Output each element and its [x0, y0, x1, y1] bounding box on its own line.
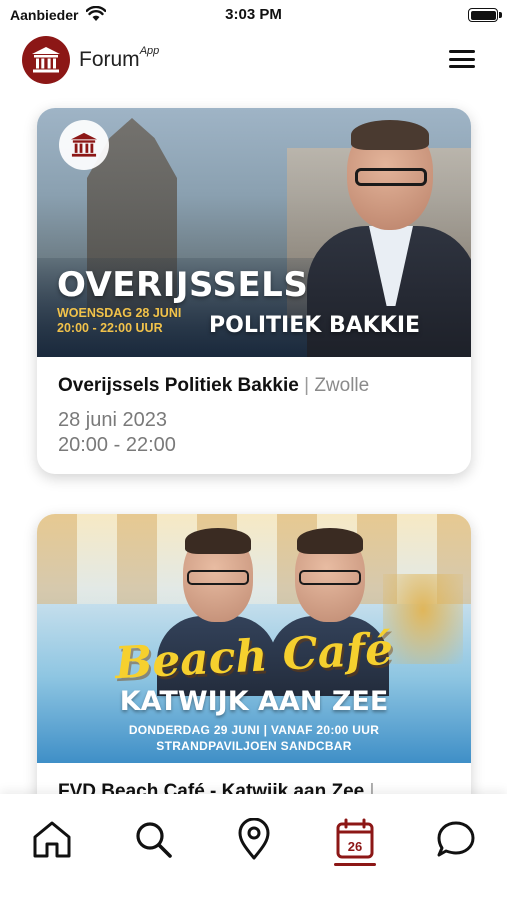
event-time: 20:00 - 22:00 [58, 434, 176, 456]
battery-cap [499, 12, 502, 18]
event-details: Overijssels Politiek Bakkie | Zwolle 28 … [37, 357, 471, 458]
nav-calendar[interactable]: 26 [330, 814, 380, 866]
title-separator: | [364, 781, 375, 794]
event-date: 28 juni 2023 [58, 409, 167, 431]
banner-info: DONDERDAG 29 JUNI | VANAF 20:00 UUR STRA… [37, 722, 471, 754]
person-glasses [355, 168, 427, 186]
banner-logo-icon [59, 120, 109, 170]
menu-line [449, 65, 475, 68]
banner-title: KATWIJK AAN ZEE [119, 686, 389, 717]
chat-icon [437, 821, 475, 857]
app-title: ForumApp [79, 45, 160, 72]
calendar-day: 26 [348, 839, 362, 854]
home-icon [33, 821, 71, 858]
status-time: 3:03 PM [225, 6, 282, 23]
temple-icon [32, 47, 60, 73]
nav-chat[interactable] [431, 814, 481, 864]
app-name-suffix: App [139, 45, 160, 57]
location-pin-icon [238, 818, 270, 860]
menu-line [449, 57, 475, 61]
event-title: Overijssels Politiek Bakkie [58, 375, 299, 396]
nav-search[interactable] [128, 814, 178, 864]
event-card[interactable]: Beach Café KATWIJK AAN ZEE DONDERDAG 29 … [37, 514, 471, 794]
person-hair [185, 528, 251, 554]
event-card[interactable]: OVERIJSSELS WOENSDAG 28 JUNI 20:00 - 22:… [37, 108, 471, 474]
banner-date: WOENSDAG 28 JUNI 20:00 - 22:00 UUR [57, 306, 181, 336]
person-hair [351, 120, 429, 150]
banner-time-line: 20:00 - 22:00 UUR [57, 321, 163, 335]
banner-venue-line: STRANDPAVILJOEN SANDCBAR [156, 739, 352, 753]
event-details: FVD Beach Café - Katwijk aan Zee | [37, 763, 471, 794]
forum-logo-icon[interactable] [22, 36, 70, 84]
bottom-navigation: 26 [0, 794, 507, 900]
calendar-icon: 26 [336, 818, 374, 859]
banner-title: OVERIJSSELS [57, 265, 309, 305]
person-glasses [187, 570, 249, 585]
hamburger-menu-button[interactable] [449, 48, 475, 70]
event-banner-image[interactable]: OVERIJSSELS WOENSDAG 28 JUNI 20:00 - 22:… [37, 108, 471, 357]
nav-locations[interactable] [229, 814, 279, 864]
banner-date-line: WOENSDAG 28 JUNI [57, 306, 182, 320]
search-icon [136, 822, 172, 858]
event-title-line: Overijssels Politiek Bakkie | Zwolle [58, 374, 450, 398]
person-hair [297, 528, 363, 554]
app-header: ForumApp [0, 34, 507, 86]
event-title: FVD Beach Café - Katwijk aan Zee [58, 781, 365, 794]
event-title-line: FVD Beach Café - Katwijk aan Zee | [58, 780, 450, 794]
banner-subtitle: POLITIEK BAKKIE [209, 313, 421, 338]
event-banner-image[interactable]: Beach Café KATWIJK AAN ZEE DONDERDAG 29 … [37, 514, 471, 763]
nav-home[interactable] [27, 814, 77, 864]
event-feed[interactable]: OVERIJSSELS WOENSDAG 28 JUNI 20:00 - 22:… [0, 86, 507, 794]
menu-line [449, 50, 475, 53]
app-name-text: Forum [79, 48, 140, 71]
event-location: Zwolle [314, 375, 370, 396]
battery-icon [468, 8, 498, 22]
banner-date-line: DONDERDAG 29 JUNI | VANAF 20:00 UUR [128, 723, 380, 737]
title-separator: | [298, 375, 315, 396]
status-bar: Aanbieder 3:03 PM [0, 0, 507, 30]
person-glasses [299, 570, 361, 585]
